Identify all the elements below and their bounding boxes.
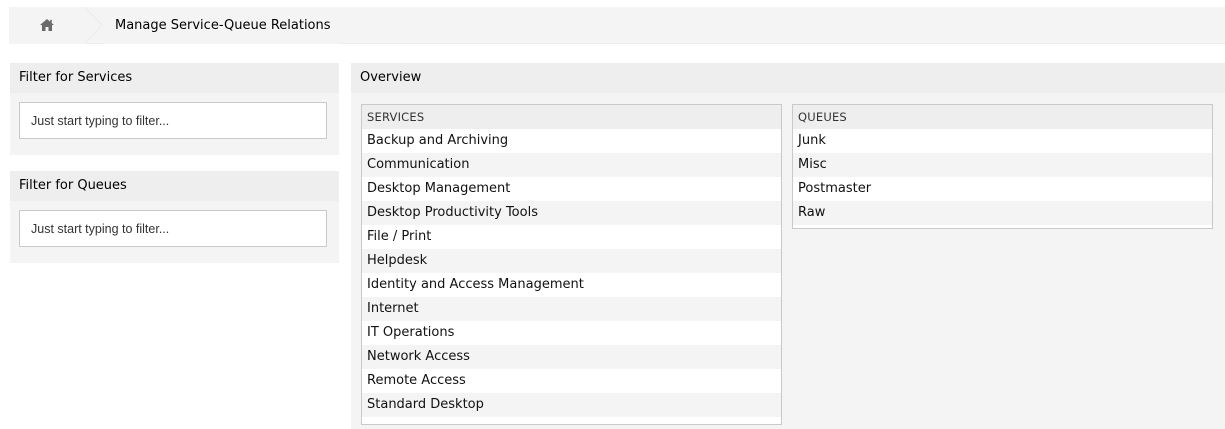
- breadcrumb-separator: [84, 6, 103, 43]
- service-item[interactable]: IT Operations: [362, 321, 781, 345]
- service-item[interactable]: Standard Desktop: [362, 393, 781, 417]
- service-item[interactable]: Communication: [362, 153, 781, 177]
- home-icon: [40, 19, 54, 31]
- overview-title: Overview: [351, 63, 1225, 93]
- filter-services-box: Filter for Services: [10, 63, 339, 155]
- queue-item[interactable]: Misc: [793, 153, 1212, 177]
- breadcrumb: Manage Service-Queue Relations: [9, 6, 1225, 44]
- service-item[interactable]: Internet: [362, 297, 781, 321]
- filter-queues-title: Filter for Queues: [10, 171, 339, 201]
- services-list-header: SERVICES: [362, 105, 781, 129]
- breadcrumb-home-link[interactable]: [9, 7, 85, 44]
- service-item[interactable]: Desktop Productivity Tools: [362, 201, 781, 225]
- filter-queues-input[interactable]: [19, 210, 327, 247]
- queue-item[interactable]: Junk: [793, 129, 1212, 153]
- page-title: Manage Service-Queue Relations: [115, 18, 331, 33]
- service-item[interactable]: Helpdesk: [362, 249, 781, 273]
- service-item[interactable]: Network Access: [362, 345, 781, 369]
- filter-queues-box: Filter for Queues: [10, 171, 339, 263]
- queue-item[interactable]: Postmaster: [793, 177, 1212, 201]
- service-item[interactable]: Desktop Management: [362, 177, 781, 201]
- filter-services-input[interactable]: [19, 102, 327, 139]
- service-item[interactable]: Remote Access: [362, 369, 781, 393]
- queues-list: QUEUES Junk Misc Postmaster Raw: [792, 104, 1213, 229]
- service-item[interactable]: Identity and Access Management: [362, 273, 781, 297]
- services-list: SERVICES Backup and Archiving Communicat…: [361, 104, 782, 425]
- queues-list-header: QUEUES: [793, 105, 1212, 129]
- filter-services-title: Filter for Services: [10, 63, 339, 93]
- service-item[interactable]: File / Print: [362, 225, 781, 249]
- queue-item[interactable]: Raw: [793, 201, 1212, 225]
- service-item[interactable]: Backup and Archiving: [362, 129, 781, 153]
